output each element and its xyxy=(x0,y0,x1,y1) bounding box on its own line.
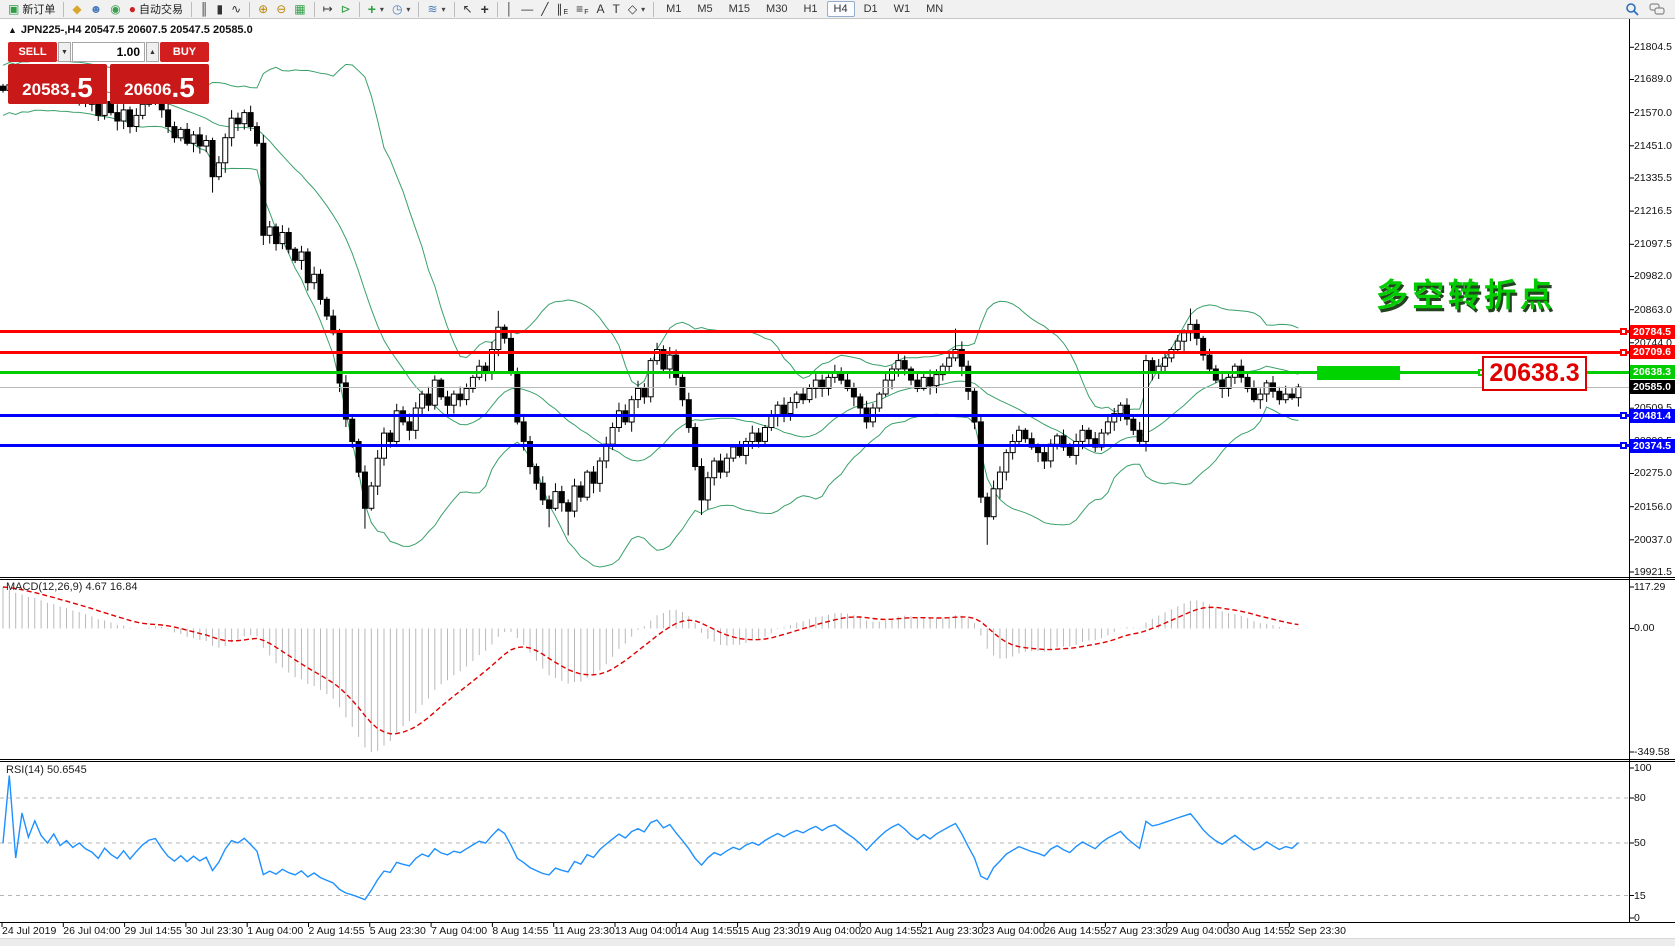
macd-label: MACD(12,26,9) 4.67 16.84 xyxy=(6,581,138,593)
time-axis-label: 15 Aug 23:30 xyxy=(737,925,800,937)
pane-separator[interactable] xyxy=(0,759,1675,760)
current-price-chip: 20585.0 xyxy=(1630,380,1675,395)
time-axis-label: 29 Aug 04:00 xyxy=(1166,925,1229,937)
sell-price-main: 20583 xyxy=(22,80,70,99)
rsi-axis-label: 100 xyxy=(1634,762,1652,774)
time-axis-label: 8 Aug 14:55 xyxy=(492,925,549,937)
macd-axis-label: 0.00 xyxy=(1634,622,1655,635)
horizontal-line[interactable] xyxy=(0,330,1629,334)
volume-up-button[interactable]: ▲ xyxy=(146,42,159,62)
one-click-trading-panel: SELL ▼ ▲ BUY 20583.5 20606.5 xyxy=(8,42,209,104)
time-axis-label: 23 Aug 04:00 xyxy=(982,925,1045,937)
line-handle[interactable] xyxy=(1620,328,1627,336)
price-axis-tick-label: 21689.0 xyxy=(1634,73,1672,86)
time-axis-border xyxy=(0,922,1675,923)
price-level-chip: 20709.6 xyxy=(1630,345,1675,360)
pane-separator[interactable] xyxy=(0,577,1675,578)
rsi-label: RSI(14) 50.6545 xyxy=(6,764,87,776)
time-axis-label: 2 Aug 14:55 xyxy=(308,925,365,937)
price-level-chip: 20481.4 xyxy=(1630,408,1675,423)
time-axis-label: 27 Aug 23:30 xyxy=(1105,925,1168,937)
price-axis-tick-label: 20037.0 xyxy=(1634,533,1672,546)
price-callout-label[interactable]: 20638.3 xyxy=(1482,356,1587,391)
buy-price-fraction: .5 xyxy=(171,72,195,103)
price-level-chip: 20784.5 xyxy=(1630,324,1675,339)
rsi-axis-label: 80 xyxy=(1634,792,1646,804)
price-axis-tick-label: 21804.5 xyxy=(1634,41,1672,54)
chart-annotation-text[interactable]: 多空转折点 xyxy=(1376,270,1556,316)
price-axis-tick-label: 21451.0 xyxy=(1634,139,1672,152)
rsi-line xyxy=(2,775,1299,901)
macd-axis-label: -349.58 xyxy=(1634,746,1670,758)
time-axis-label: 19 Aug 04:00 xyxy=(798,925,861,937)
sell-button[interactable]: SELL xyxy=(8,42,57,62)
time-axis-label: 1 Aug 04:00 xyxy=(247,925,304,937)
sell-price-box[interactable]: 20583.5 xyxy=(8,64,107,104)
price-axis-tick-label: 20863.0 xyxy=(1634,303,1672,316)
line-handle[interactable] xyxy=(1620,348,1627,356)
price-axis-tick-label: 21335.5 xyxy=(1634,171,1672,184)
time-axis-label: 24 Jul 2019 xyxy=(2,925,57,937)
rsi-axis-label: 50 xyxy=(1634,837,1646,849)
bollinger-band-line xyxy=(2,109,1299,568)
time-axis-label: 14 Aug 14:55 xyxy=(676,925,739,937)
pane-separator xyxy=(0,761,1675,762)
time-axis-label: 21 Aug 23:30 xyxy=(921,925,984,937)
buy-button[interactable]: BUY xyxy=(160,42,209,62)
time-axis-label: 20 Aug 14:55 xyxy=(860,925,923,937)
time-axis-label: 11 Aug 23:30 xyxy=(553,925,615,937)
time-axis-label: 30 Aug 14:55 xyxy=(1228,925,1290,937)
price-axis-tick-label: 21570.0 xyxy=(1634,106,1672,119)
price-axis-tick-label: 20275.0 xyxy=(1634,467,1672,480)
time-axis-label: 13 Aug 04:00 xyxy=(615,925,677,937)
horizontal-line[interactable] xyxy=(0,414,1629,418)
time-axis-label: 5 Aug 23:30 xyxy=(369,925,426,937)
rsi-axis-label: 15 xyxy=(1634,889,1646,902)
sell-price-fraction: .5 xyxy=(69,72,93,103)
chart-canvas xyxy=(0,46,1634,927)
time-axis-label: 2 Sep 23:30 xyxy=(1289,925,1346,937)
volume-down-button[interactable]: ▼ xyxy=(58,42,71,62)
line-handle[interactable] xyxy=(1620,412,1627,420)
price-axis-tick-label: 21097.5 xyxy=(1634,238,1672,251)
price-axis-tick-label: 21216.5 xyxy=(1634,205,1672,218)
collapse-icon[interactable]: ▲ xyxy=(8,25,17,35)
time-axis-label: 26 Aug 14:55 xyxy=(1044,925,1106,937)
price-axis-tick-label: 20156.0 xyxy=(1634,500,1672,513)
horizontal-line[interactable] xyxy=(0,350,1629,354)
volume-input[interactable] xyxy=(72,42,145,62)
time-axis-label: 29 Jul 14:55 xyxy=(124,925,182,937)
time-axis-label: 30 Jul 23:30 xyxy=(185,925,244,937)
symbol-info: JPN225-,H4 20547.5 20607.5 20547.5 20585… xyxy=(20,24,253,36)
time-axis-label: 7 Aug 04:00 xyxy=(431,925,488,937)
macd-axis-label: 117.29 xyxy=(1634,581,1666,593)
price-level-chip: 20638.3 xyxy=(1630,365,1675,380)
line-handle[interactable] xyxy=(1620,442,1627,450)
price-axis-tick-label: 20982.0 xyxy=(1634,270,1672,283)
buy-price-box[interactable]: 20606.5 xyxy=(110,64,209,104)
price-axis-border xyxy=(1629,19,1630,922)
price-level-chip: 20374.5 xyxy=(1630,438,1675,453)
macd-signal-line xyxy=(2,586,1299,735)
chart-ohlc-header: ▲ JPN225-,H4 20547.5 20607.5 20547.5 2058… xyxy=(8,24,253,36)
pane-separator xyxy=(0,579,1675,580)
horizontal-line[interactable] xyxy=(0,444,1629,448)
time-axis-label: 26 Jul 04:00 xyxy=(63,925,121,937)
current-price-line xyxy=(0,387,1629,389)
buy-price-main: 20606 xyxy=(124,80,172,99)
highlight-rectangle[interactable] xyxy=(1317,365,1400,380)
